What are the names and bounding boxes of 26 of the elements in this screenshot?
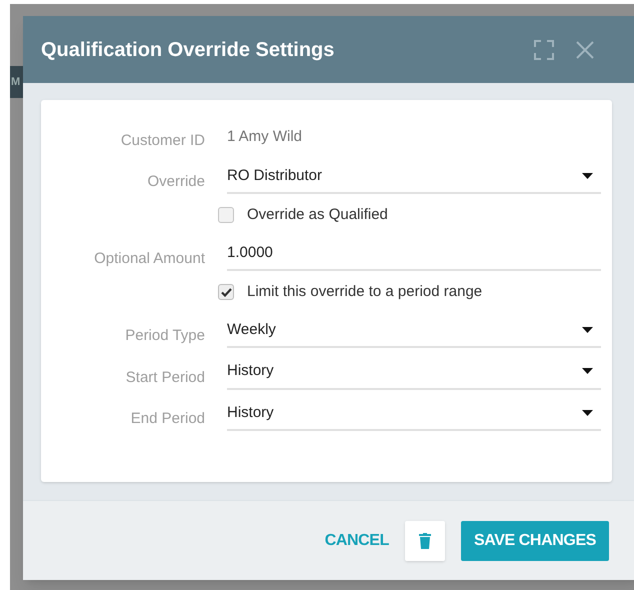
dropdown-field[interactable]: Weekly xyxy=(227,314,601,348)
close-icon[interactable] xyxy=(575,40,595,60)
field-label: Start Period xyxy=(126,368,205,386)
amount-field[interactable]: 1.0000 xyxy=(227,236,601,271)
field-label: Period Type xyxy=(125,327,205,344)
dropdown-caret-icon xyxy=(582,172,593,179)
dialog-title: Qualification Override Settings xyxy=(41,38,336,62)
checkbox-label: Limit this override to a period range xyxy=(247,282,482,302)
checkmark-icon xyxy=(220,288,232,297)
field-value: 1 Amy Wild xyxy=(227,127,302,147)
dropdown-caret-icon xyxy=(582,410,593,416)
dropdown-field[interactable]: History xyxy=(227,396,601,431)
dropdown-field[interactable]: RO Distributor xyxy=(227,160,601,194)
dropdown-caret-icon xyxy=(582,368,593,374)
maximize-icon[interactable] xyxy=(533,38,555,60)
field-label: Customer ID xyxy=(120,132,205,148)
checkbox-label: Override as Qualified xyxy=(247,205,388,225)
dropdown-caret-icon xyxy=(582,326,593,333)
field-label: Optional Amount xyxy=(94,250,205,267)
checkbox[interactable] xyxy=(218,284,234,300)
field-label: Override xyxy=(147,173,205,190)
checkbox[interactable] xyxy=(218,207,234,224)
delete-button[interactable] xyxy=(404,520,445,560)
trash-icon xyxy=(418,532,431,548)
field-label: End Period xyxy=(130,410,205,427)
dropdown-field[interactable]: History xyxy=(227,355,601,390)
